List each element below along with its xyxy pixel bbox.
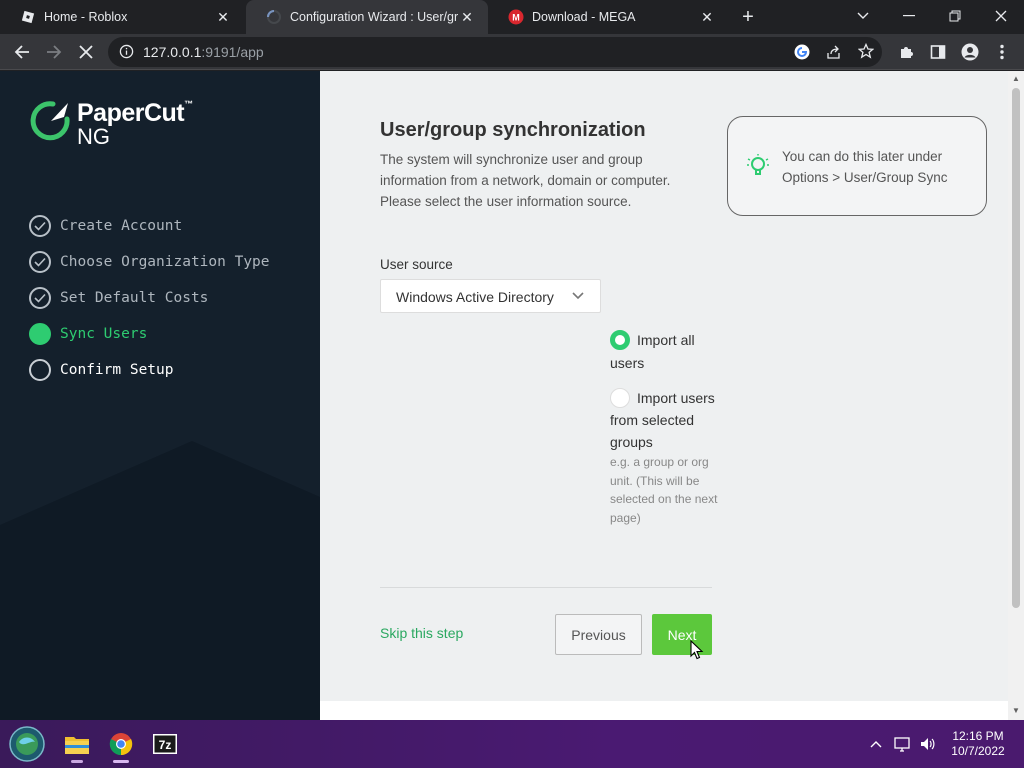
- extensions-puzzle-icon[interactable]: [893, 39, 919, 65]
- divider: [380, 587, 712, 588]
- url-text: 127.0.0.1:9191/app: [143, 44, 264, 60]
- page-scrollbar[interactable]: ▲ ▼: [1008, 71, 1024, 720]
- address-bar[interactable]: 127.0.0.1:9191/app: [108, 37, 882, 67]
- folder-icon: [65, 737, 89, 754]
- show-hidden-icons-chevron-icon[interactable]: [866, 734, 886, 754]
- tab-configuration-wizard[interactable]: Configuration Wizard : User/group synchr…: [246, 0, 488, 34]
- network-icon[interactable]: [893, 734, 913, 754]
- close-tab-icon[interactable]: ✕: [698, 8, 716, 26]
- start-orb-icon: [9, 726, 45, 762]
- clock-time: 12:16 PM: [952, 729, 1004, 743]
- checkmark-icon: [29, 251, 51, 273]
- roblox-favicon-icon: [20, 9, 36, 25]
- option-import-all-users[interactable]: Import all users: [610, 329, 720, 375]
- browser-toolbar: 127.0.0.1:9191/app: [0, 34, 1024, 70]
- tab-mega[interactable]: M Download - MEGA ✕: [488, 0, 728, 34]
- close-tab-icon[interactable]: ✕: [214, 8, 232, 26]
- google-lens-icon[interactable]: [793, 43, 811, 66]
- info-icon[interactable]: [119, 44, 134, 64]
- close-tab-icon[interactable]: ✕: [458, 8, 476, 26]
- option-import-selected-groups[interactable]: Import users from selected groups e.g. a…: [610, 387, 720, 527]
- step-confirm-setup: Confirm Setup: [29, 352, 270, 388]
- taskbar-clock[interactable]: 12:16 PM 10/7/2022: [946, 729, 1010, 759]
- start-button[interactable]: [7, 724, 47, 764]
- step-sync-users: Sync Users: [29, 316, 270, 352]
- scroll-down-arrow-icon[interactable]: ▼: [1012, 707, 1020, 715]
- taskbar-chrome[interactable]: [101, 724, 141, 764]
- taskbar-7zip[interactable]: 7z: [145, 724, 185, 764]
- chevron-down-icon: [571, 288, 585, 307]
- user-source-label: User source: [380, 257, 453, 272]
- scrollbar-thumb[interactable]: [1012, 88, 1020, 608]
- minimize-button[interactable]: [886, 0, 932, 32]
- taskbar-file-explorer[interactable]: [57, 724, 97, 764]
- tab-title: Download - MEGA: [532, 10, 636, 24]
- step-set-default-costs: Set Default Costs: [29, 280, 270, 316]
- volume-icon[interactable]: [918, 734, 938, 754]
- user-source-select[interactable]: Windows Active Directory: [380, 279, 601, 313]
- mouse-cursor-icon: [690, 639, 704, 665]
- lightbulb-icon: [746, 153, 770, 184]
- user-source-value: Windows Active Directory: [396, 289, 554, 305]
- close-window-button[interactable]: [978, 0, 1024, 32]
- svg-text:7z: 7z: [159, 738, 172, 752]
- wizard-content: User/group synchronization The system wi…: [320, 71, 1008, 701]
- stop-loading-button[interactable]: [73, 39, 99, 65]
- running-indicator: [71, 760, 83, 763]
- windows-taskbar: 7z 12:16 PM 10/7/2022: [0, 720, 1024, 768]
- back-button[interactable]: [9, 39, 35, 65]
- loading-spinner-icon: [266, 9, 282, 25]
- skip-step-link[interactable]: Skip this step: [380, 625, 463, 641]
- share-icon[interactable]: [826, 44, 842, 65]
- scroll-up-arrow-icon[interactable]: ▲: [1012, 75, 1020, 83]
- wizard-steps: Create Account Choose Organization Type …: [29, 208, 270, 388]
- pending-step-circle-icon: [29, 359, 51, 381]
- tab-roblox[interactable]: Home - Roblox ✕: [0, 0, 244, 34]
- sidebar-background-shape: [0, 441, 320, 720]
- web-page: PaperCut™ NG Create Account Choose Organ…: [0, 71, 1024, 720]
- option-hint: e.g. a group or org unit. (This will be …: [610, 455, 718, 525]
- tab-title: Configuration Wizard : User/group synchr…: [290, 10, 458, 24]
- new-tab-button[interactable]: +: [736, 5, 760, 29]
- checkmark-icon: [29, 215, 51, 237]
- import-options: Import all users Import users from selec…: [610, 329, 720, 527]
- profile-avatar-icon[interactable]: [957, 39, 983, 65]
- chrome-icon: [109, 733, 133, 756]
- tip-text: You can do this later under Options > Us…: [782, 149, 948, 185]
- tip-box: You can do this later under Options > Us…: [727, 116, 987, 216]
- brand-edition: NG: [77, 124, 110, 149]
- mega-favicon-icon: M: [508, 9, 524, 25]
- tab-title: Home - Roblox: [44, 10, 128, 24]
- previous-button[interactable]: Previous: [555, 614, 642, 655]
- radio-selected-icon[interactable]: [610, 330, 630, 350]
- active-indicator: [113, 760, 129, 763]
- forward-button[interactable]: [41, 39, 67, 65]
- restore-button[interactable]: [932, 0, 978, 32]
- checkmark-icon: [29, 287, 51, 309]
- page-description: The system will synchronize user and gro…: [380, 152, 671, 209]
- radio-unselected-icon[interactable]: [610, 388, 630, 408]
- svg-text:M: M: [512, 13, 520, 23]
- step-choose-organization-type: Choose Organization Type: [29, 244, 270, 280]
- bookmark-star-icon[interactable]: [857, 42, 875, 64]
- papercut-logo-icon: [30, 101, 70, 141]
- page-title: User/group synchronization: [380, 119, 646, 141]
- side-panel-icon[interactable]: [925, 39, 951, 65]
- menu-kebab-icon[interactable]: [989, 39, 1015, 65]
- clock-date: 10/7/2022: [951, 744, 1005, 758]
- current-step-dot-icon: [29, 323, 51, 345]
- tab-search-chevron-icon[interactable]: [840, 0, 886, 32]
- step-create-account: Create Account: [29, 208, 270, 244]
- 7zip-icon: 7z: [153, 734, 177, 754]
- browser-tab-strip: Home - Roblox ✕ Configuration Wizard : U…: [0, 0, 1024, 34]
- wizard-sidebar: PaperCut™ NG Create Account Choose Organ…: [0, 71, 320, 720]
- papercut-logo: PaperCut™ NG: [29, 99, 193, 149]
